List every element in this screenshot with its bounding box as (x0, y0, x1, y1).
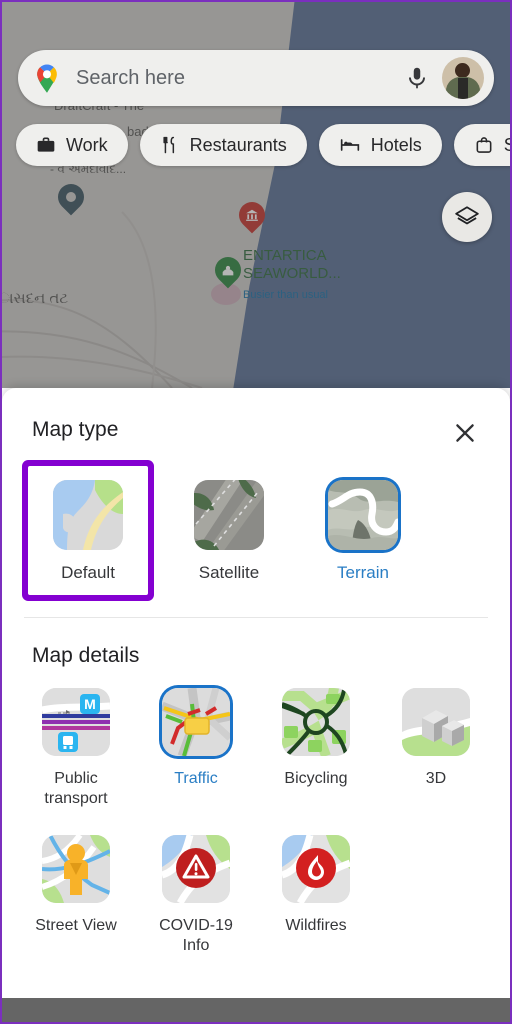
map-detail-label: Bicycling (284, 770, 348, 787)
public-transport-art: M (42, 688, 110, 756)
fork-knife-icon (163, 136, 174, 154)
system-navigation-bar (2, 998, 510, 1022)
map-poi-name-line1: ENTARTICA (243, 247, 327, 264)
chip-hotels[interactable]: Hotels (318, 124, 442, 166)
map-type-header: Map type (2, 418, 510, 450)
map-type-option-terrain[interactable]: Terrain (296, 466, 430, 595)
satellite-map-art (194, 480, 264, 550)
map-details-row: M Public transport Traffic Bicycling 3D (2, 688, 510, 809)
traffic-art (162, 688, 230, 756)
google-maps-pin-icon (37, 64, 57, 93)
map-detail-label: Public transport (44, 770, 108, 807)
public-transport-thumbnail: M (42, 688, 110, 756)
map-detail-label: Street View (35, 917, 117, 934)
map-type-section: Map type Default Satellite Terrain (2, 388, 510, 595)
map-layers-bottom-sheet: Map type Default Satellite Terrain Map d… (2, 388, 510, 998)
map-detail-label: Traffic (174, 770, 218, 787)
search-bar[interactable]: Search here (18, 50, 494, 106)
default-map-art (53, 480, 123, 550)
map-type-option-default[interactable]: Default (28, 466, 148, 595)
close-icon (456, 424, 474, 442)
chip-work[interactable]: Work (16, 124, 128, 166)
map-poi-status: Busier than usual (243, 289, 328, 301)
chip-label: Restaurants (189, 134, 287, 155)
map-satellite-thumbnail (194, 480, 264, 550)
bicycling-art (282, 688, 350, 756)
wildfires-art (282, 835, 350, 903)
map-pin-dark-teal[interactable] (52, 178, 90, 218)
chip-shopping[interactable]: Shopping (453, 124, 510, 166)
map-detail-street-view[interactable]: Street View (16, 835, 136, 956)
map-type-title: Map type (32, 418, 119, 441)
map-label-place: ાસદન તટ (2, 290, 69, 307)
wildfires-thumbnail (282, 835, 350, 903)
map-layers-button[interactable] (442, 192, 492, 242)
map-details-header: Map details (2, 644, 510, 668)
map-pin-museum[interactable] (233, 196, 271, 236)
three-d-thumbnail (402, 688, 470, 756)
map-detail-3d[interactable]: 3D (376, 688, 496, 809)
avatar[interactable] (442, 57, 484, 99)
map-details-section: Map details M Public transport Traffic B… (2, 618, 510, 956)
svg-text:M: M (84, 696, 96, 712)
map-detail-label: Wildfires (285, 917, 347, 934)
chip-restaurants[interactable]: Restaurants (139, 124, 307, 166)
map-details-row: Street View COVID-19 Info Wildfires (2, 835, 510, 956)
map-detail-covid-19-info[interactable]: COVID-19 Info (136, 835, 256, 956)
map-type-options: Default Satellite Terrain (2, 466, 510, 595)
covid-19-info-thumbnail (162, 835, 230, 903)
microphone-icon[interactable] (404, 63, 430, 93)
street-view-art (42, 835, 110, 903)
bicycling-thumbnail (282, 688, 350, 756)
map-detail-bicycling[interactable]: Bicycling (256, 688, 376, 809)
map-poi-name-line2: SEAWORLD... (243, 265, 341, 282)
map-type-label: Default (61, 563, 115, 582)
map-detail-empty-slot (376, 835, 496, 956)
street-view-thumbnail (42, 835, 110, 903)
covid-19-info-art (162, 835, 230, 903)
map-type-label: Terrain (337, 563, 389, 582)
traffic-thumbnail (162, 688, 230, 756)
bed-icon (340, 139, 359, 151)
three-d-art (402, 688, 470, 756)
map-default-thumbnail (53, 480, 123, 550)
map-type-option-satellite[interactable]: Satellite (162, 466, 296, 595)
map-terrain-thumbnail (328, 480, 398, 550)
map-detail-public-transport[interactable]: M Public transport (16, 688, 136, 809)
aquarium-icon (221, 263, 235, 277)
map-detail-label: COVID-19 Info (159, 917, 233, 954)
map-type-label: Satellite (198, 563, 260, 582)
search-input-placeholder[interactable]: Search here (76, 67, 404, 90)
chip-label: Shopping (504, 135, 510, 156)
terrain-map-art (328, 480, 398, 550)
chip-label: Work (66, 134, 108, 155)
chip-label: Hotels (370, 134, 422, 155)
quick-filter-chips: Work Restaurants Hotels Shopping (16, 124, 510, 166)
layers-icon (455, 206, 479, 225)
close-button[interactable] (448, 416, 482, 450)
map-detail-wildfires[interactable]: Wildfires (256, 835, 376, 956)
map-detail-label: 3D (425, 770, 447, 787)
museum-icon (246, 209, 258, 221)
app-screen: DraftCraft - The …bad - વ અમદાવાદ... ાસદ… (0, 0, 512, 1024)
map-detail-traffic[interactable]: Traffic (136, 688, 256, 809)
briefcase-icon (37, 137, 55, 152)
shopping-bag-icon (476, 137, 492, 153)
map-details-title: Map details (32, 644, 140, 667)
